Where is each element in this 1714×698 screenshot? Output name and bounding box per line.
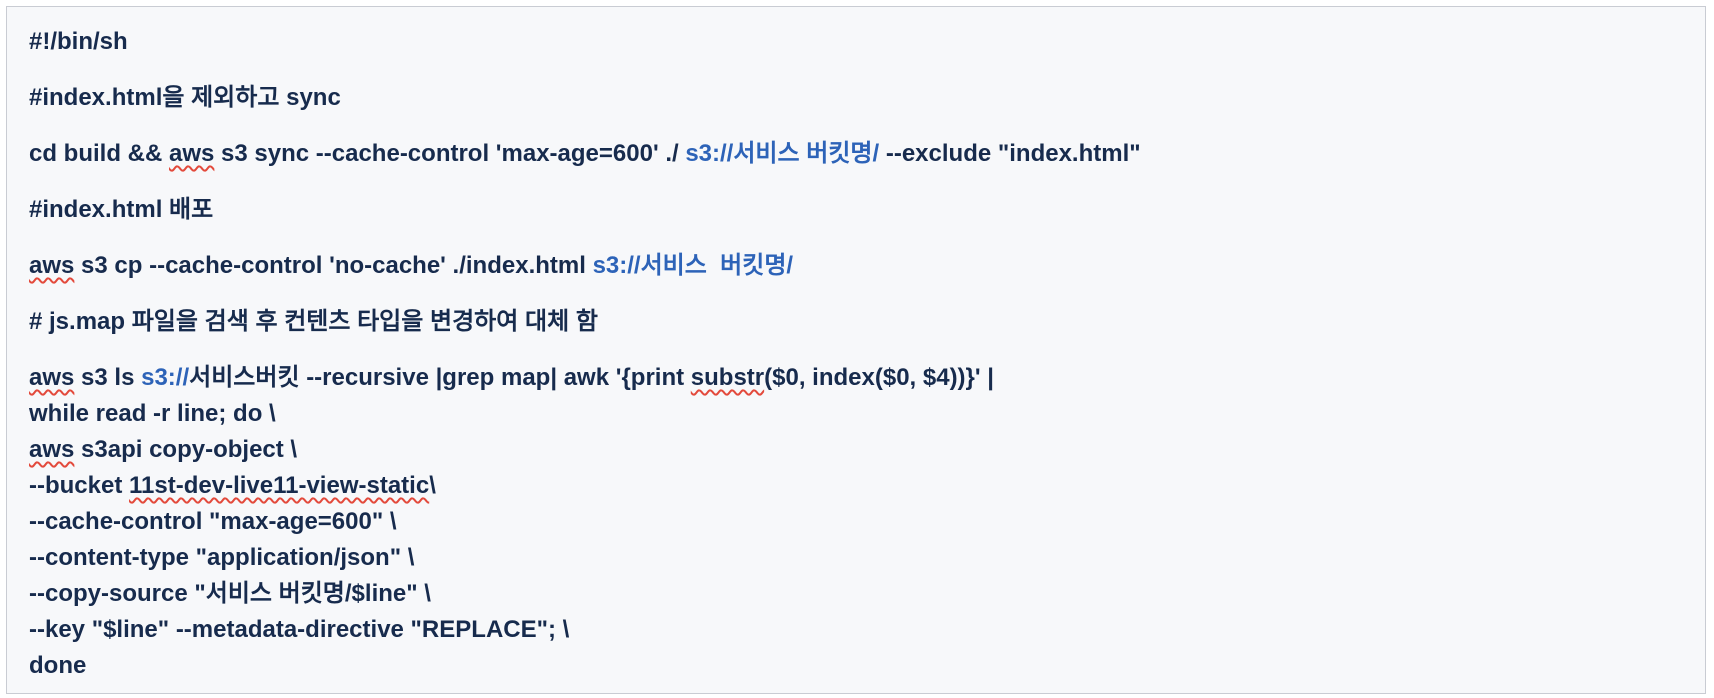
sync-args: s3 sync --cache-control 'max-age=600' ./	[214, 140, 686, 167]
cp-command-line: aws s3 cp --cache-control 'no-cache' ./i…	[29, 248, 1705, 284]
comment-sync-line: #index.html을 제외하고 sync	[29, 84, 341, 111]
spellcheck-aws: aws	[29, 252, 75, 279]
copy-object-line: aws s3api copy-object \	[29, 432, 1705, 468]
cache-control-line: --cache-control "max-age=600" \	[29, 508, 397, 535]
bucket-link[interactable]: s3://서비스 버킷명/	[685, 140, 879, 167]
bucket-flag: --bucket	[29, 472, 130, 499]
copy-source-line: --copy-source "서비스 버킷명/$line" \	[29, 580, 431, 607]
while-line: while read -r line; do \	[29, 400, 276, 427]
content-type-line: --content-type "application/json" \	[29, 544, 415, 571]
sync-command-line: cd build && aws s3 sync --cache-control …	[29, 136, 1705, 172]
ls-args: s3 ls	[74, 364, 142, 391]
done-line: done	[29, 652, 87, 679]
bucket-option-line: --bucket 11st-dev-live11-view-static\	[29, 468, 1705, 504]
sync-prefix: cd build &&	[29, 140, 169, 167]
ls-command-line: aws s3 ls s3://서비스버킷 --recursive |grep m…	[29, 360, 1705, 396]
spellcheck-aws: aws	[29, 436, 75, 463]
spellcheck-substr: substr	[690, 364, 765, 391]
ls-pipeline-end: ($0, index($0, $4))}' |	[764, 364, 994, 391]
copy-object-args: s3api copy-object \	[74, 436, 298, 463]
cp-args: s3 cp --cache-control 'no-cache' ./index…	[74, 252, 593, 279]
bucket-link[interactable]: s3://서비스 버킷명/	[593, 252, 794, 279]
comment-map-line: # js.map 파일을 검색 후 컨텐츠 타입을 변경하여 대체 함	[29, 308, 598, 335]
key-line: --key "$line" --metadata-directive "REPL…	[29, 616, 570, 643]
spellcheck-bucket-name: 11st-dev-live11-view-static	[129, 472, 430, 499]
spellcheck-aws: aws	[169, 140, 215, 167]
ls-pipeline: 서비스버킷 --recursive |grep map| awk '{print	[189, 364, 691, 391]
shebang-line: #!/bin/sh	[29, 28, 128, 55]
comment-deploy-line: #index.html 배포	[29, 196, 214, 223]
s3-prefix-link[interactable]: s3://	[141, 364, 189, 391]
sync-exclude: --exclude "index.html"	[879, 140, 1141, 167]
bucket-continuation: \	[429, 472, 436, 499]
spellcheck-aws: aws	[29, 364, 75, 391]
code-block: #!/bin/sh #index.html을 제외하고 sync cd buil…	[6, 6, 1706, 694]
